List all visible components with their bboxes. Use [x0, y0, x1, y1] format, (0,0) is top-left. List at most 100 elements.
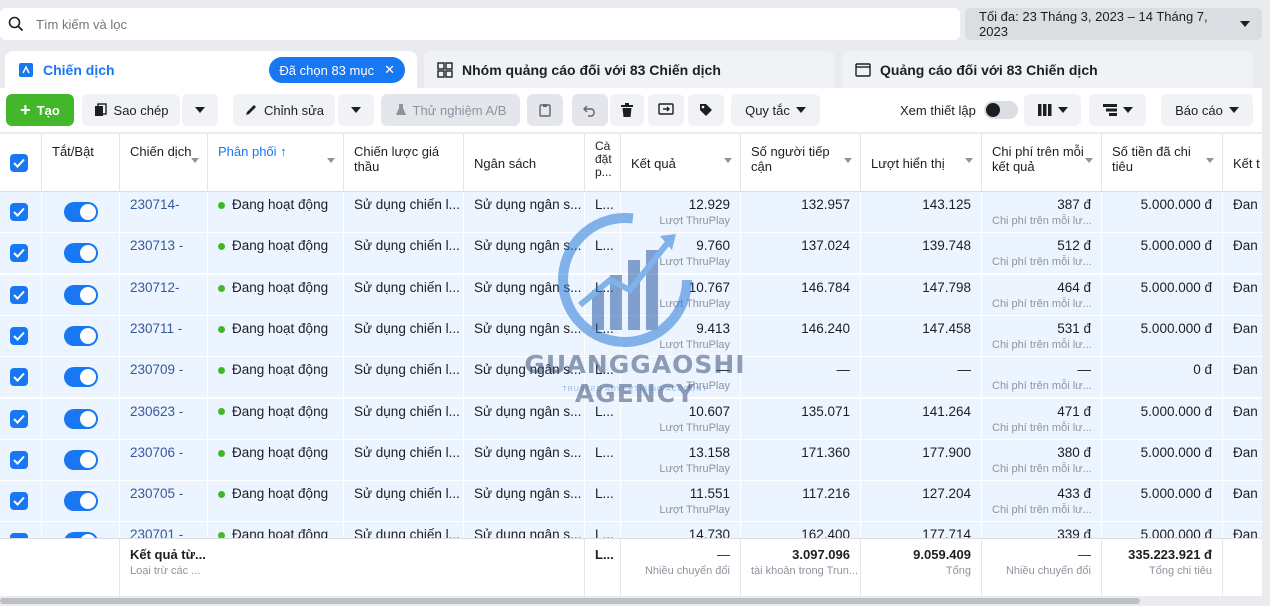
cell-reach: 162.400	[741, 522, 861, 538]
campaign-name-value[interactable]: 230711 -	[130, 321, 197, 336]
campaign-toggle[interactable]	[64, 491, 98, 512]
reports-button[interactable]: Báo cáo	[1161, 94, 1253, 126]
cell-impressions: 143.125	[861, 192, 982, 233]
col-delivery[interactable]: Phân phối ↑	[208, 134, 344, 192]
table-row[interactable]: 230713 - Đang hoạt động Sử dụng chiến l...…	[0, 233, 1262, 275]
cell-campaign-name: 230714-	[120, 192, 208, 233]
rules-button[interactable]: Quy tắc	[731, 94, 820, 126]
preview-button[interactable]	[648, 94, 684, 126]
campaign-toggle[interactable]	[64, 449, 98, 470]
table-row[interactable]: 230701 - Đang hoạt động Sử dụng chiến l...…	[0, 522, 1262, 538]
campaign-name-value[interactable]: 230713 -	[130, 238, 197, 253]
campaign-toggle[interactable]	[64, 367, 98, 388]
campaign-toggle[interactable]	[64, 202, 98, 222]
table-row[interactable]: 230709 - Đang hoạt động Sử dụng chiến l...…	[0, 357, 1262, 399]
col-results[interactable]: Kết quả	[621, 134, 741, 192]
row-checkbox[interactable]	[10, 492, 28, 511]
delivery-status-value: Đang hoạt động	[218, 486, 333, 501]
col-campaign[interactable]: Chiến dịch	[120, 134, 208, 192]
delete-button[interactable]	[610, 94, 644, 126]
search-input[interactable]	[32, 16, 432, 32]
delivery-text: Đang hoạt động	[232, 197, 329, 212]
horizontal-scrollbar[interactable]	[0, 598, 1140, 604]
campaign-toggle[interactable]	[64, 284, 98, 305]
row-checkbox[interactable]	[10, 203, 28, 221]
table-row[interactable]: 230706 - Đang hoạt động Sử dụng chiến l...…	[0, 439, 1262, 481]
col-attribution[interactable]: Cà đặt p...	[585, 134, 621, 192]
selected-count-pill[interactable]: Đã chọn 83 mục ✕	[269, 57, 405, 83]
edit-button[interactable]: Chỉnh sửa	[233, 94, 335, 126]
campaign-name-value[interactable]: 230701 -	[130, 527, 197, 538]
results-sub: ThruPlay	[685, 380, 730, 393]
row-checkbox[interactable]	[10, 368, 28, 387]
campaign-name-value[interactable]: 230705 -	[130, 486, 197, 501]
check-icon	[13, 158, 25, 168]
duplicate-dropdown[interactable]	[182, 94, 218, 126]
breakdown-button[interactable]	[1089, 94, 1146, 126]
table-row[interactable]: 230714- Đang hoạt động Sử dụng chiến l... S…	[0, 192, 1262, 233]
edit-dropdown[interactable]	[338, 94, 374, 126]
cell-cost-per-result: 512 đ Chi phí trên mỗi lư...	[982, 233, 1102, 275]
table-row[interactable]: 230705 - Đang hoạt động Sử dụng chiến l...…	[0, 481, 1262, 523]
col-toggle[interactable]: Tắt/Bật	[42, 134, 120, 192]
undo-button[interactable]	[572, 94, 608, 126]
budget-value: Sử dụng ngân s...	[474, 197, 582, 212]
select-all-checkbox[interactable]	[10, 154, 28, 172]
table-row[interactable]: 230623 - Đang hoạt động Sử dụng chiến l...…	[0, 398, 1262, 440]
footer-impressions: 9.059.409 Tổng	[861, 539, 982, 596]
campaign-name-value[interactable]: 230623 -	[130, 404, 197, 419]
vertical-scrollbar[interactable]	[1262, 40, 1270, 596]
status-dot-icon	[218, 243, 225, 251]
check-icon	[13, 496, 25, 507]
ends-value: Đan	[1233, 320, 1258, 336]
tab-ad-sets[interactable]: Nhóm quảng cáo đối với 83 Chiến dịch	[424, 51, 835, 89]
status-dot-icon	[218, 201, 225, 209]
ab-test-button[interactable]: Thử nghiệm A/B	[381, 94, 520, 126]
col-impressions[interactable]: Lượt hiển thị	[861, 134, 982, 192]
col-reach[interactable]: Số người tiếp cận	[741, 134, 861, 192]
table-row[interactable]: 230712- Đang hoạt động Sử dụng chiến l... S…	[0, 274, 1262, 316]
footer-attribution: L...	[585, 539, 621, 596]
cell-impressions: —	[861, 357, 982, 399]
delivery-status-value: Đang hoạt động	[218, 445, 333, 460]
reports-label: Báo cáo	[1175, 102, 1223, 118]
campaign-toggle[interactable]	[64, 325, 98, 346]
campaign-name-value[interactable]: 230714-	[130, 197, 197, 212]
tab-ads[interactable]: Quảng cáo đối với 83 Chiến dịch	[842, 51, 1253, 89]
cell-results: 14.730Lượt ThruPlay	[621, 522, 741, 538]
clipboard-button[interactable]	[527, 94, 563, 126]
col-amount-spent[interactable]: Số tiền đã chi tiêu	[1102, 134, 1223, 192]
duplicate-button[interactable]: Sao chép	[82, 94, 180, 126]
row-checkbox[interactable]	[10, 285, 28, 304]
grid-icon	[437, 62, 453, 78]
col-budget[interactable]: Ngân sách	[464, 134, 585, 192]
col-bid-strategy[interactable]: Chiến lược giá thầu	[344, 134, 464, 192]
row-checkbox[interactable]	[10, 244, 28, 263]
toggle-knob	[80, 327, 96, 344]
tag-button[interactable]	[688, 94, 724, 126]
campaign-toggle[interactable]	[64, 408, 98, 429]
campaign-name-value[interactable]: 230706 -	[130, 445, 197, 460]
cell-budget: Sử dụng ngân s...	[464, 481, 585, 523]
close-icon[interactable]: ✕	[384, 62, 395, 78]
search-bar[interactable]	[0, 8, 960, 40]
campaign-toggle[interactable]	[64, 243, 98, 264]
campaign-name-value[interactable]: 230712-	[130, 280, 197, 295]
row-checkbox[interactable]	[10, 326, 28, 345]
col-budget-label: Ngân sách	[474, 156, 537, 171]
date-range-picker[interactable]: Tối đa: 23 Tháng 3, 2023 – 14 Tháng 7, 2…	[965, 8, 1262, 40]
columns-button[interactable]	[1024, 94, 1081, 126]
tab-ad-sets-label: Nhóm quảng cáo đối với 83 Chiến dịch	[462, 62, 721, 78]
bid-strategy-value: Sử dụng chiến l...	[354, 320, 460, 336]
attribution-value: L...	[595, 238, 614, 254]
row-checkbox[interactable]	[10, 450, 28, 469]
row-checkbox[interactable]	[10, 409, 28, 428]
view-setup-toggle[interactable]	[983, 101, 1018, 119]
col-ends[interactable]: Kết t	[1223, 134, 1262, 192]
cell-bid-strategy: Sử dụng chiến l...	[344, 315, 464, 357]
tab-campaigns[interactable]: Chiến dịch Đã chọn 83 mục ✕	[5, 51, 417, 89]
create-button[interactable]: + Tạo	[6, 94, 74, 126]
col-cost-per-result[interactable]: Chi phí trên mỗi kết quả	[982, 134, 1102, 192]
campaign-name-value[interactable]: 230709 -	[130, 362, 197, 377]
table-row[interactable]: 230711 - Đang hoạt động Sử dụng chiến l...…	[0, 315, 1262, 357]
